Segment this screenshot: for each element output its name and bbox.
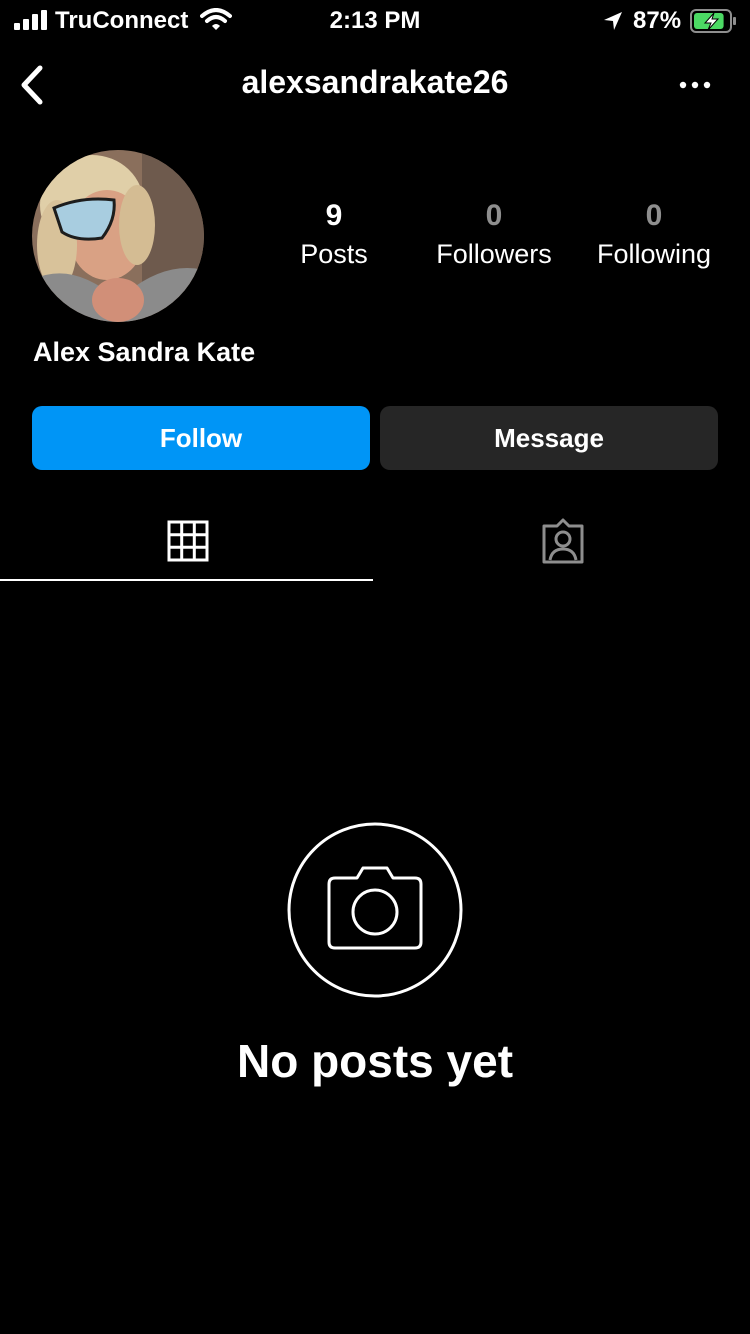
following-value: 0 [645, 199, 663, 232]
followers-value: 0 [485, 199, 503, 232]
followers-count[interactable]: 0 Followers [419, 198, 569, 274]
follow-button[interactable]: Follow [32, 406, 370, 470]
posts-label: Posts [300, 239, 368, 269]
profile-username: alexsandrakate26 [241, 64, 509, 100]
status-bar: TruConnect 2:13 PM 87% [0, 0, 750, 42]
message-button[interactable]: Message [380, 406, 718, 470]
tagged-person-icon [542, 518, 583, 564]
following-label: Following [596, 239, 712, 269]
location-arrow-icon [604, 12, 622, 30]
battery-percent: 87% [633, 7, 682, 34]
active-tab-indicator [0, 579, 373, 581]
carrier-name: TruConnect [55, 7, 189, 34]
camera-icon [287, 822, 463, 998]
posts-value: 9 [325, 199, 343, 232]
following-count[interactable]: 0 Following [579, 198, 729, 274]
back-chevron-icon[interactable] [14, 62, 50, 108]
posts-count[interactable]: 9 Posts [259, 198, 409, 274]
display-name: Alex Sandra Kate [33, 337, 256, 367]
empty-state-title: No posts yet [236, 1035, 514, 1087]
tab-tagged[interactable] [375, 500, 750, 582]
more-options-icon[interactable] [672, 70, 718, 100]
avatar[interactable] [32, 150, 204, 322]
grid-icon [167, 520, 208, 562]
followers-label: Followers [436, 239, 552, 269]
signal-icon [14, 10, 47, 30]
wifi-icon [200, 8, 232, 30]
battery-charging-icon [690, 9, 736, 33]
tab-posts-grid[interactable] [0, 500, 375, 582]
